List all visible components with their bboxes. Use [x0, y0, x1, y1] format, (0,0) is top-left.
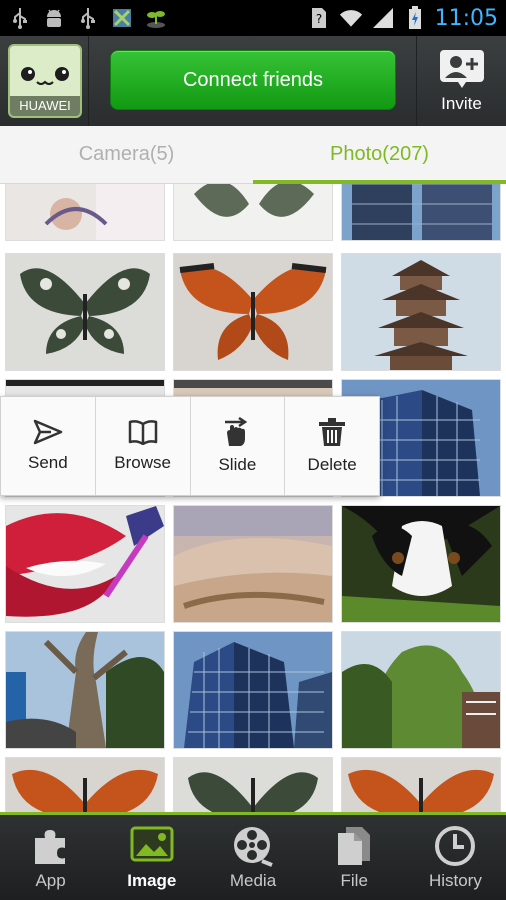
- tab-camera[interactable]: Camera(5): [0, 126, 253, 183]
- avatar-face-icon: [21, 67, 69, 85]
- usb-icon: [8, 6, 32, 30]
- app-header: HUAWEI Connect friends Invite: [0, 36, 506, 126]
- connect-friends-button[interactable]: Connect friends: [110, 50, 396, 110]
- nav-item-file[interactable]: File: [304, 815, 405, 900]
- invite-button[interactable]: Invite: [416, 36, 506, 126]
- nav-item-history[interactable]: History: [405, 815, 506, 900]
- delete-button[interactable]: Delete: [285, 397, 379, 495]
- invite-label: Invite: [441, 94, 482, 113]
- photo-thumbnail[interactable]: [174, 758, 332, 812]
- app-notification-icon: [110, 6, 134, 30]
- photo-thumbnail[interactable]: [6, 632, 164, 748]
- photo-context-menu: Send Browse Slide Delete: [0, 396, 380, 496]
- nav-item-image[interactable]: Image: [101, 815, 202, 900]
- photo-thumbnail[interactable]: [6, 184, 164, 240]
- tab-photo[interactable]: Photo(207): [253, 126, 506, 184]
- screen: ? 11:05 HUAWEI Connect friends Invite Ca…: [0, 0, 506, 900]
- avatar[interactable]: HUAWEI: [8, 44, 82, 118]
- no-sim-icon: ?: [307, 6, 331, 30]
- trash-icon: [319, 418, 346, 446]
- hand-swipe-icon: [225, 417, 248, 446]
- photo-thumbnail[interactable]: [174, 506, 332, 622]
- header-divider: [88, 36, 89, 126]
- photo-thumbnail[interactable]: [6, 254, 164, 370]
- svg-text:?: ?: [315, 12, 321, 26]
- android-debug-icon: [42, 6, 66, 30]
- photo-source-tabs: Camera(5) Photo(207): [0, 126, 506, 184]
- sprout-icon: [144, 6, 168, 30]
- wifi-icon: [339, 6, 363, 30]
- clock-time: 11:05: [434, 5, 498, 31]
- send-label: Send: [28, 453, 68, 472]
- nav-item-media[interactable]: Media: [202, 815, 303, 900]
- photo-thumbnail[interactable]: [342, 506, 500, 622]
- photo-thumbnail[interactable]: [174, 254, 332, 370]
- photo-thumbnail[interactable]: [6, 506, 164, 622]
- photo-thumbnail[interactable]: [342, 254, 500, 370]
- clock-icon: [433, 825, 477, 867]
- browse-button[interactable]: Browse: [96, 397, 191, 495]
- avatar-label: HUAWEI: [10, 96, 80, 116]
- slide-label: Slide: [218, 455, 257, 474]
- delete-label: Delete: [307, 455, 357, 474]
- photo-thumbnail[interactable]: [342, 758, 500, 812]
- puzzle-icon: [29, 825, 73, 867]
- nav-label-history: History: [428, 870, 482, 890]
- nav-item-app[interactable]: App: [0, 815, 101, 900]
- nav-label-image: Image: [127, 870, 177, 890]
- nav-label-app: App: [35, 870, 66, 890]
- photo-thumbnail[interactable]: [174, 184, 332, 240]
- browse-label: Browse: [114, 453, 171, 472]
- battery-charging-icon: [403, 6, 427, 30]
- photo-thumbnail[interactable]: [342, 184, 500, 240]
- add-user-icon: [439, 50, 484, 88]
- photo-thumbnail[interactable]: [174, 632, 332, 748]
- send-icon: [33, 419, 63, 445]
- photo-thumbnail[interactable]: [342, 632, 500, 748]
- nav-label-file: File: [340, 870, 368, 890]
- photo-grid: [0, 184, 506, 812]
- send-button[interactable]: Send: [1, 397, 96, 495]
- signal-icon: [371, 6, 395, 30]
- bottom-nav: App Image Media File History: [0, 812, 506, 900]
- film-reel-icon: [231, 825, 275, 867]
- file-icon: [332, 825, 376, 867]
- image-icon: [130, 825, 174, 867]
- book-icon: [128, 420, 157, 445]
- photo-thumbnail[interactable]: [6, 758, 164, 812]
- usb-icon: [76, 6, 100, 30]
- slide-button[interactable]: Slide: [191, 397, 286, 495]
- status-bar: ? 11:05: [0, 0, 506, 36]
- nav-label-media: Media: [229, 870, 277, 890]
